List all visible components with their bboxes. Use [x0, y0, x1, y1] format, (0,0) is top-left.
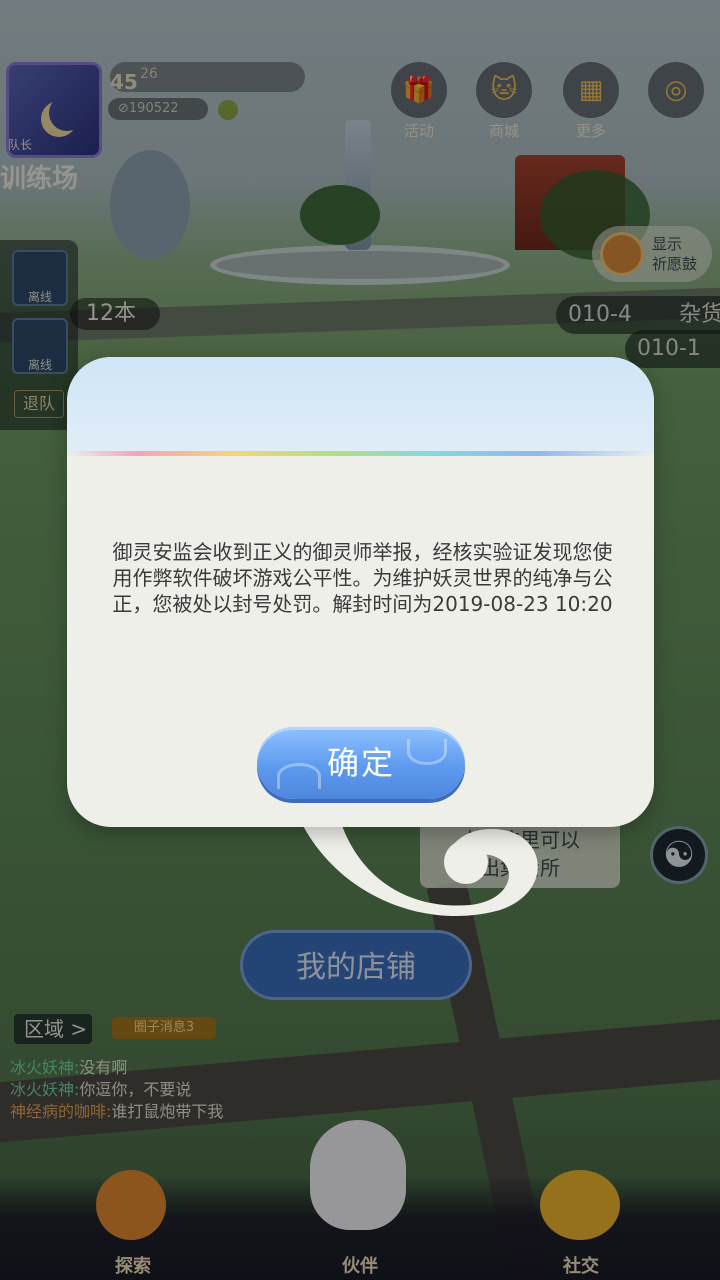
confirm-button[interactable]: 确定 [257, 727, 465, 799]
confirm-label: 确定 [326, 744, 395, 782]
ban-message: 御灵安监会收到正义的御灵师举报，经核实验证发现您使用作弊软件破坏游戏公平性。为维… [112, 540, 613, 616]
button-decoration [407, 739, 447, 765]
dialog-header [67, 357, 654, 453]
button-decoration [277, 763, 321, 789]
dialog-divider [67, 451, 654, 456]
ban-notice-dialog: 御灵安监会收到正义的御灵师举报，经核实验证发现您使用作弊软件破坏游戏公平性。为维… [67, 357, 654, 827]
